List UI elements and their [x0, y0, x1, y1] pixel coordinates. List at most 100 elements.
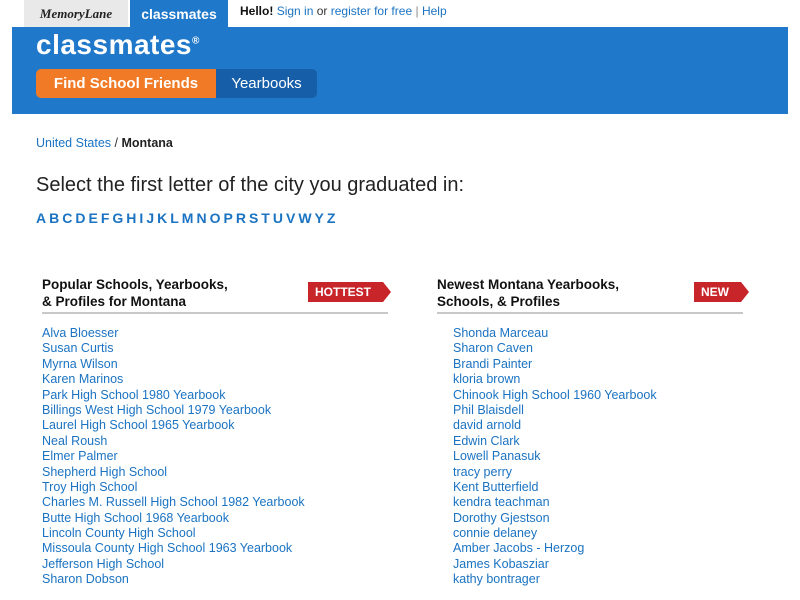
- newest-link[interactable]: Edwin Clark: [453, 434, 520, 448]
- list-item: Lincoln County High School: [42, 526, 388, 541]
- letter-link-e[interactable]: E: [89, 210, 98, 226]
- letter-link-v[interactable]: V: [286, 210, 295, 226]
- popular-link[interactable]: Myrna Wilson: [42, 357, 118, 371]
- popular-link[interactable]: Neal Roush: [42, 434, 107, 448]
- page-left-margin: [0, 0, 12, 600]
- popular-link[interactable]: Butte High School 1968 Yearbook: [42, 511, 229, 525]
- letter-link-m[interactable]: M: [182, 210, 194, 226]
- popular-link[interactable]: Alva Bloesser: [42, 326, 118, 340]
- list-item: kloria brown: [453, 372, 743, 387]
- newest-link[interactable]: tracy perry: [453, 465, 512, 479]
- list-item: Troy High School: [42, 480, 388, 495]
- popular-link[interactable]: Park High School 1980 Yearbook: [42, 388, 225, 402]
- newest-link[interactable]: connie delaney: [453, 526, 537, 540]
- list-item: connie delaney: [453, 526, 743, 541]
- popular-link[interactable]: Karen Marinos: [42, 372, 123, 386]
- help-link[interactable]: Help: [422, 4, 447, 18]
- newest-link[interactable]: Dorothy Gjestson: [453, 511, 550, 525]
- letter-link-h[interactable]: H: [126, 210, 136, 226]
- logo-text: classmates: [36, 29, 193, 60]
- newest-link[interactable]: kathy bontrager: [453, 572, 540, 586]
- newest-link[interactable]: Phil Blaisdell: [453, 403, 524, 417]
- newest-link[interactable]: Sharon Caven: [453, 341, 533, 355]
- newest-link[interactable]: Kent Butterfield: [453, 480, 538, 494]
- list-item: Shonda Marceau: [453, 326, 743, 341]
- list-item: Phil Blaisdell: [453, 403, 743, 418]
- or-text: or: [316, 4, 328, 18]
- newest-section: Newest Montana Yearbooks, Schools, & Pro…: [437, 276, 749, 588]
- newest-link[interactable]: Shonda Marceau: [453, 326, 548, 340]
- letter-link-c[interactable]: C: [62, 210, 72, 226]
- account-links: Hello! Sign in or register for free | He…: [240, 4, 447, 18]
- letter-link-b[interactable]: B: [49, 210, 59, 226]
- breadcrumb-separator: /: [114, 136, 119, 150]
- registered-mark: ®: [192, 35, 200, 47]
- letter-link-d[interactable]: D: [75, 210, 85, 226]
- breadcrumb-montana: Montana: [121, 136, 173, 150]
- newest-link[interactable]: James Kobasziar: [453, 557, 549, 571]
- letter-link-j[interactable]: J: [146, 210, 154, 226]
- letter-link-p[interactable]: P: [223, 210, 232, 226]
- letter-link-o[interactable]: O: [210, 210, 221, 226]
- newest-header: Newest Montana Yearbooks, Schools, & Pro…: [437, 276, 749, 314]
- find-school-friends-button[interactable]: Find School Friends: [36, 69, 216, 98]
- list-item: Park High School 1980 Yearbook: [42, 388, 388, 403]
- letter-link-w[interactable]: W: [298, 210, 311, 226]
- list-item: kendra teachman: [453, 495, 743, 510]
- list-item: Billings West High School 1979 Yearbook: [42, 403, 388, 418]
- letter-link-z[interactable]: Z: [327, 210, 336, 226]
- letter-link-r[interactable]: R: [236, 210, 246, 226]
- popular-link[interactable]: Sharon Dobson: [42, 572, 129, 586]
- letter-link-i[interactable]: I: [139, 210, 143, 226]
- list-item: Amber Jacobs - Herzog: [453, 541, 743, 556]
- newest-link[interactable]: Chinook High School 1960 Yearbook: [453, 388, 657, 402]
- classmates-logo[interactable]: classmates®: [36, 29, 200, 61]
- list-item: Charles M. Russell High School 1982 Year…: [42, 495, 388, 510]
- classmates-tab[interactable]: classmates: [130, 0, 228, 27]
- letter-link-f[interactable]: F: [101, 210, 110, 226]
- register-link[interactable]: register for free: [331, 4, 412, 18]
- newest-link[interactable]: Amber Jacobs - Herzog: [453, 541, 584, 555]
- popular-link[interactable]: Elmer Palmer: [42, 449, 118, 463]
- hottest-badge: HOTTEST: [308, 282, 391, 302]
- popular-link[interactable]: Billings West High School 1979 Yearbook: [42, 403, 271, 417]
- letter-link-a[interactable]: A: [36, 210, 46, 226]
- popular-link[interactable]: Troy High School: [42, 480, 137, 494]
- newest-link[interactable]: kendra teachman: [453, 495, 550, 509]
- letter-link-t[interactable]: T: [261, 210, 270, 226]
- list-item: Myrna Wilson: [42, 357, 388, 372]
- yearbooks-button[interactable]: Yearbooks: [216, 69, 317, 98]
- letter-link-n[interactable]: N: [196, 210, 206, 226]
- newest-link[interactable]: kloria brown: [453, 372, 520, 386]
- signin-link[interactable]: Sign in: [277, 4, 314, 18]
- letter-link-y[interactable]: Y: [315, 210, 324, 226]
- popular-link[interactable]: Jefferson High School: [42, 557, 164, 571]
- popular-link[interactable]: Missoula County High School 1963 Yearboo…: [42, 541, 292, 555]
- newest-list: Shonda Marceau Sharon Caven Brandi Painter…: [437, 326, 743, 588]
- list-item: Alva Bloesser: [42, 326, 388, 341]
- newest-link[interactable]: Brandi Painter: [453, 357, 532, 371]
- letter-link-k[interactable]: K: [157, 210, 167, 226]
- newest-link[interactable]: david arnold: [453, 418, 521, 432]
- list-item: Neal Roush: [42, 434, 388, 449]
- letter-index: ABCDEFGHIJKLMNOPRSTUVWYZ: [36, 210, 335, 226]
- list-item: Laurel High School 1965 Yearbook: [42, 418, 388, 433]
- list-item: david arnold: [453, 418, 743, 433]
- letter-link-s[interactable]: S: [249, 210, 258, 226]
- popular-link[interactable]: Charles M. Russell High School 1982 Year…: [42, 495, 305, 509]
- popular-link[interactable]: Lincoln County High School: [42, 526, 196, 540]
- list-item: Sharon Caven: [453, 341, 743, 356]
- breadcrumb-united-states[interactable]: United States: [36, 136, 111, 150]
- popular-link[interactable]: Laurel High School 1965 Yearbook: [42, 418, 235, 432]
- letter-link-u[interactable]: U: [273, 210, 283, 226]
- newest-link[interactable]: Lowell Panasuk: [453, 449, 541, 463]
- list-item: Susan Curtis: [42, 341, 388, 356]
- list-item: Brandi Painter: [453, 357, 743, 372]
- letter-link-l[interactable]: L: [170, 210, 179, 226]
- popular-link[interactable]: Shepherd High School: [42, 465, 167, 479]
- list-item: Kent Butterfield: [453, 480, 743, 495]
- letter-link-g[interactable]: G: [112, 210, 123, 226]
- memorylane-tab[interactable]: MemoryLane: [24, 0, 128, 27]
- list-item: Dorothy Gjestson: [453, 511, 743, 526]
- popular-link[interactable]: Susan Curtis: [42, 341, 114, 355]
